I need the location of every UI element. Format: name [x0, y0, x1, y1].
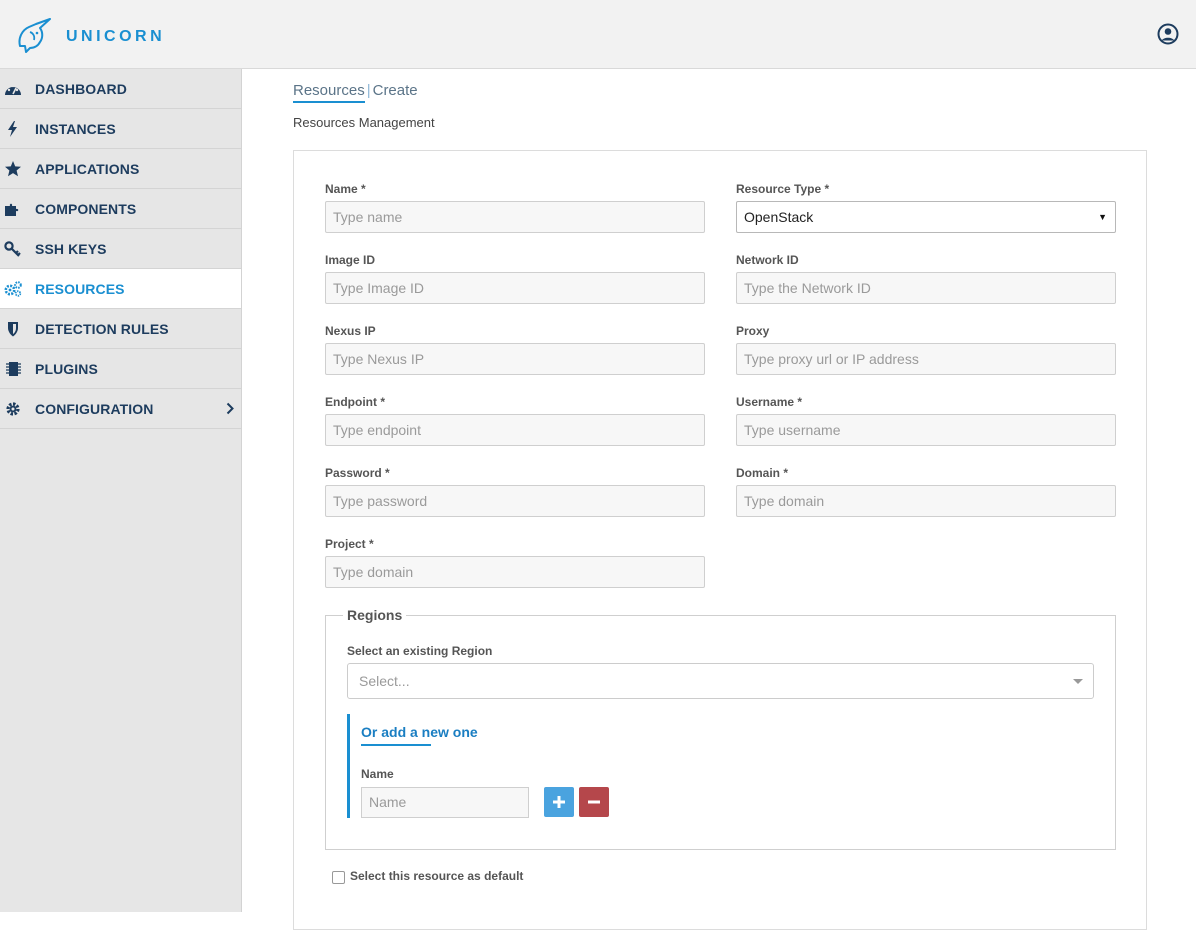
- endpoint-input[interactable]: Type endpoint: [325, 414, 705, 446]
- bolt-icon: [8, 121, 17, 137]
- image-id-placeholder: Type Image ID: [333, 280, 425, 296]
- proxy-label: Proxy: [736, 324, 770, 338]
- star-icon: [5, 161, 21, 177]
- minus-icon: [588, 800, 600, 804]
- key-icon: [4, 241, 21, 257]
- domain-placeholder: Type domain: [744, 493, 825, 509]
- gear-icon: [6, 402, 20, 416]
- name-input[interactable]: Type name: [325, 201, 705, 233]
- password-label: Password *: [325, 466, 390, 480]
- sidebar-item-label: PLUGINS: [35, 361, 98, 377]
- region-name-label: Name: [361, 767, 394, 781]
- sidebar-item-plugins[interactable]: PLUGINS: [0, 349, 241, 389]
- sidebar-item-components[interactable]: COMPONENTS: [0, 189, 241, 229]
- proxy-placeholder: Type proxy url or IP address: [744, 351, 919, 367]
- shield-icon: [8, 322, 18, 337]
- default-resource-label[interactable]: Select this resource as default: [350, 869, 523, 883]
- plus-icon: [553, 796, 565, 808]
- sidebar-item-configuration[interactable]: CONFIGURATION: [0, 389, 241, 429]
- region-select[interactable]: Select...: [347, 663, 1094, 699]
- remove-region-button[interactable]: [579, 787, 609, 817]
- brand-name: UNICORN: [66, 28, 166, 45]
- project-input[interactable]: Type domain: [325, 556, 705, 588]
- tab-separator: |: [366, 82, 371, 99]
- resource-type-select[interactable]: OpenStack ▼: [736, 201, 1116, 233]
- page-subtitle: Resources Management: [293, 115, 435, 130]
- add-new-region-title: Or add a new one: [361, 724, 478, 740]
- tab-create[interactable]: Create: [373, 82, 418, 101]
- endpoint-label: Endpoint *: [325, 395, 385, 409]
- domain-label: Domain *: [736, 466, 789, 480]
- add-region-button[interactable]: [544, 787, 574, 817]
- sidebar-item-label: DASHBOARD: [35, 81, 127, 97]
- sidebar-item-label: COMPONENTS: [35, 201, 137, 217]
- project-label: Project *: [325, 537, 374, 551]
- select-arrow-icon: ▼: [1098, 212, 1107, 222]
- network-id-placeholder: Type the Network ID: [744, 280, 871, 296]
- top-header: UNICORN: [0, 0, 1196, 69]
- sidebar: DASHBOARD INSTANCES APPLICATIONS COMPONE…: [0, 69, 242, 912]
- username-label: Username *: [736, 395, 803, 409]
- dashboard-gauge-icon: [5, 84, 21, 95]
- password-input[interactable]: Type password: [325, 485, 705, 517]
- resource-type-label: Resource Type *: [736, 182, 830, 196]
- default-resource-checkbox[interactable]: [332, 871, 345, 884]
- sidebar-item-ssh-keys[interactable]: SSH KEYS: [0, 229, 241, 269]
- resource-type-value: OpenStack: [744, 209, 814, 225]
- sidebar-item-applications[interactable]: APPLICATIONS: [0, 149, 241, 189]
- chevron-right-icon[interactable]: [226, 402, 234, 415]
- name-placeholder: Type name: [333, 209, 403, 225]
- network-id-input[interactable]: Type the Network ID: [736, 272, 1116, 304]
- nexus-ip-label: Nexus IP: [325, 324, 376, 338]
- project-placeholder: Type domain: [333, 564, 414, 580]
- unicorn-logo-icon[interactable]: [14, 18, 52, 54]
- image-id-label: Image ID: [325, 253, 376, 267]
- sidebar-item-detection-rules[interactable]: DETECTION RULES: [0, 309, 241, 349]
- add-new-region-underline: [361, 744, 431, 746]
- region-name-placeholder: Name: [369, 794, 407, 810]
- name-label: Name *: [325, 182, 366, 196]
- nexus-ip-placeholder: Type Nexus IP: [333, 351, 425, 367]
- existing-region-label: Select an existing Region: [347, 644, 493, 658]
- username-placeholder: Type username: [744, 422, 841, 438]
- chip-icon: [6, 362, 21, 376]
- user-account-icon[interactable]: [1157, 23, 1179, 45]
- sidebar-item-label: CONFIGURATION: [35, 401, 154, 417]
- endpoint-placeholder: Type endpoint: [333, 422, 421, 438]
- cogs-icon: [4, 281, 22, 297]
- username-input[interactable]: Type username: [736, 414, 1116, 446]
- breadcrumb-tabs: Resources | Create: [293, 82, 418, 103]
- sidebar-item-dashboard[interactable]: DASHBOARD: [0, 69, 241, 109]
- proxy-input[interactable]: Type proxy url or IP address: [736, 343, 1116, 375]
- puzzle-icon: [5, 203, 19, 216]
- image-id-input[interactable]: Type Image ID: [325, 272, 705, 304]
- sidebar-item-label: APPLICATIONS: [35, 161, 140, 177]
- domain-input[interactable]: Type domain: [736, 485, 1116, 517]
- tab-resources[interactable]: Resources: [293, 82, 365, 103]
- password-placeholder: Type password: [333, 493, 428, 509]
- region-select-placeholder: Select...: [359, 673, 410, 689]
- sidebar-item-label: INSTANCES: [35, 121, 116, 137]
- regions-legend: Regions: [343, 607, 407, 623]
- add-region-accent-bar: [347, 714, 350, 818]
- sidebar-item-label: RESOURCES: [35, 281, 125, 297]
- caret-down-icon: [1073, 679, 1083, 684]
- sidebar-item-resources[interactable]: RESOURCES: [0, 269, 241, 309]
- sidebar-item-label: DETECTION RULES: [35, 321, 169, 337]
- network-id-label: Network ID: [736, 253, 799, 267]
- sidebar-item-label: SSH KEYS: [35, 241, 107, 257]
- region-name-input[interactable]: Name: [361, 787, 529, 818]
- nexus-ip-input[interactable]: Type Nexus IP: [325, 343, 705, 375]
- sidebar-item-instances[interactable]: INSTANCES: [0, 109, 241, 149]
